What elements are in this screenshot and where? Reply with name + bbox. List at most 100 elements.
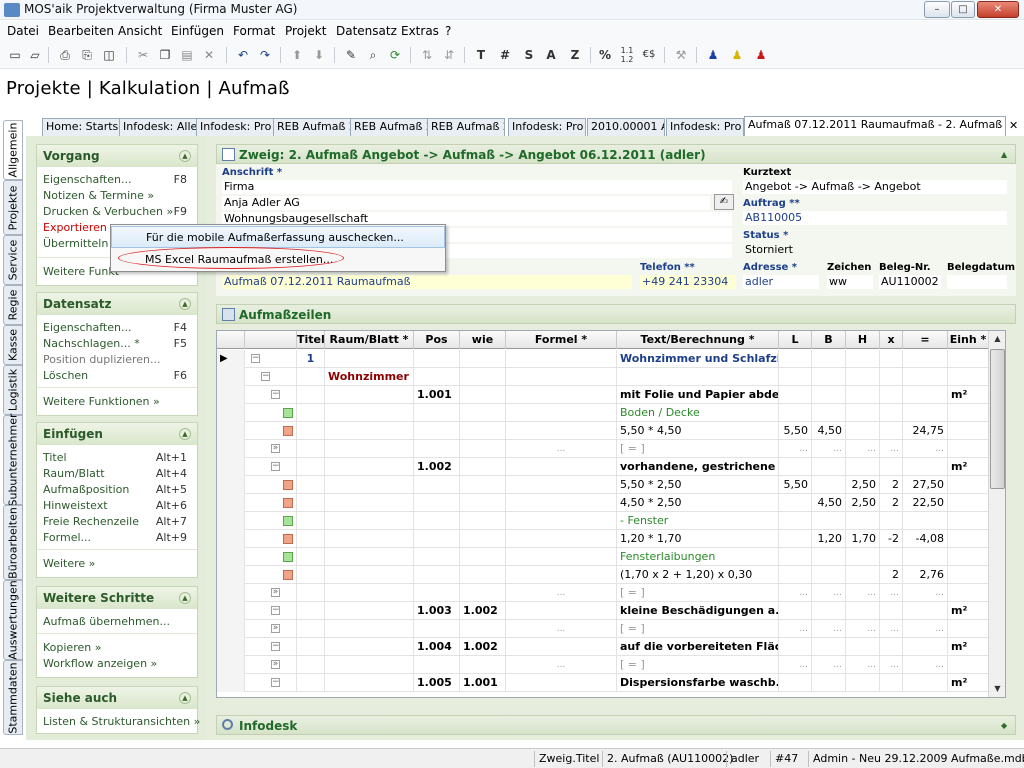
cell-h[interactable]	[846, 566, 880, 584]
schritte-uebernehmen[interactable]: Aufmaß übernehmen...	[43, 615, 170, 628]
anschrift-line-2[interactable]: Anja Adler AG	[222, 196, 710, 210]
tools-icon[interactable]: ⚒	[672, 46, 690, 64]
collapse-icon[interactable]: ▲	[179, 298, 191, 310]
cell-l[interactable]	[779, 674, 812, 692]
cell-einh[interactable]: m²	[948, 602, 989, 620]
menu-format[interactable]: Format	[233, 24, 275, 38]
cell-x[interactable]: 2	[880, 494, 903, 512]
cell-einh[interactable]	[948, 656, 989, 674]
cell-eq[interactable]: 27,50	[903, 476, 948, 494]
row-selector[interactable]	[217, 368, 245, 386]
panel-siehe-header[interactable]: Siehe auch ▲	[37, 687, 197, 709]
add-row-icon[interactable]: »	[271, 660, 280, 669]
cell-pos[interactable]	[414, 656, 460, 674]
adresse-field[interactable]: adler	[743, 275, 819, 289]
cell-l[interactable]	[779, 368, 812, 386]
einfuegen-aufmassposition[interactable]: Aufmaßposition	[43, 483, 129, 496]
sort-desc-icon[interactable]: ⇵	[440, 46, 458, 64]
cell-wie[interactable]	[460, 530, 506, 548]
panel-schritte-header[interactable]: Weitere Schritte ▲	[37, 587, 197, 609]
cell-einh[interactable]	[948, 620, 989, 638]
cell-l[interactable]	[779, 458, 812, 476]
vtab-kasse[interactable]: Kasse	[3, 325, 23, 365]
table-row[interactable]: »...[ = ]...............	[217, 656, 1005, 674]
cell-pos[interactable]	[414, 440, 460, 458]
cell-einh[interactable]	[948, 548, 989, 566]
tab-reb-aufmass-1[interactable]: REB Aufmaß 2	[273, 118, 351, 136]
cell-formel[interactable]: ...	[506, 620, 617, 638]
datensatz-weitere[interactable]: Weitere Funktionen »	[43, 395, 160, 408]
vorgang-drucken[interactable]: Drucken & Verbuchen »	[43, 205, 173, 218]
cell-eq[interactable]	[903, 512, 948, 530]
row-selector[interactable]	[217, 422, 245, 440]
cell-eq[interactable]: -4,08	[903, 530, 948, 548]
cell-b[interactable]	[812, 368, 846, 386]
close-tab-icon[interactable]: ✕	[1009, 119, 1018, 132]
cell-eq[interactable]: ...	[903, 620, 948, 638]
cell-titel[interactable]	[297, 458, 325, 476]
cell-titel[interactable]	[297, 494, 325, 512]
cell-wie[interactable]	[460, 458, 506, 476]
cell-x[interactable]: ...	[880, 440, 903, 458]
vorgang-eigenschaften[interactable]: Eigenschaften...	[43, 173, 131, 186]
cell-h[interactable]: ...	[846, 584, 880, 602]
cell-text[interactable]: [ = ]	[617, 440, 779, 458]
einfuegen-weitere[interactable]: Weitere »	[43, 557, 95, 570]
cell-pos[interactable]	[414, 350, 460, 368]
zeichen-field[interactable]: ww	[827, 275, 873, 289]
vtab-projekte[interactable]: Projekte	[3, 180, 23, 235]
cell-pos[interactable]	[414, 548, 460, 566]
cell-formel[interactable]	[506, 458, 617, 476]
cell-pos[interactable]	[414, 620, 460, 638]
cell-formel[interactable]: ...	[506, 584, 617, 602]
print-icon[interactable]: ⎙	[56, 46, 74, 64]
cell-b[interactable]	[812, 602, 846, 620]
cell-x[interactable]	[880, 422, 903, 440]
cell-text[interactable]: mit Folie und Papier abde...	[617, 386, 779, 404]
cell-x[interactable]	[880, 548, 903, 566]
cell-raum[interactable]	[325, 440, 414, 458]
col-x[interactable]: x	[880, 331, 903, 349]
preview-icon[interactable]: ◫	[100, 46, 118, 64]
menu-bearbeiten[interactable]: Bearbeiten	[48, 24, 114, 38]
maximize-button[interactable]: □	[951, 1, 975, 18]
cell-x[interactable]: 2	[880, 476, 903, 494]
move-up-icon[interactable]: ⬆	[288, 46, 306, 64]
col-pos[interactable]: Pos	[414, 331, 460, 349]
cell-wie[interactable]: 1.002	[460, 602, 506, 620]
open-icon[interactable]: ▱	[26, 46, 44, 64]
table-row[interactable]: − 1.001 mit Folie und Papier abde... m²	[217, 386, 1005, 404]
cell-h[interactable]: 1,70	[846, 530, 880, 548]
edit-icon[interactable]: ✎	[342, 46, 360, 64]
cell-wie[interactable]: 1.001	[460, 674, 506, 692]
print-preview-icon[interactable]: ⎘	[78, 46, 96, 64]
currency-button[interactable]: €$	[640, 46, 658, 64]
collapse-icon[interactable]: ▲	[179, 692, 191, 704]
einfuegen-raum[interactable]: Raum/Blatt	[43, 467, 105, 480]
cell-pos[interactable]	[414, 530, 460, 548]
cell-eq[interactable]: ...	[903, 656, 948, 674]
scroll-thumb[interactable]	[990, 349, 1005, 489]
cell-eq[interactable]	[903, 458, 948, 476]
zweig-header[interactable]: Zweig: 2. Aufmaß Angebot -> Aufmaß -> An…	[216, 144, 1016, 164]
cell-text[interactable]	[617, 368, 779, 386]
cell-x[interactable]: ...	[880, 656, 903, 674]
cell-titel[interactable]	[297, 422, 325, 440]
row-selector[interactable]	[217, 584, 245, 602]
collapse-icon[interactable]: ▲	[179, 150, 191, 162]
cell-formel[interactable]	[506, 494, 617, 512]
col-eq[interactable]: =	[903, 331, 948, 349]
table-row[interactable]: − 1.004 1.002 auf die vorbereiteten Fläc...…	[217, 638, 1005, 656]
row-selector[interactable]	[217, 530, 245, 548]
menu-item-mobile-checkout[interactable]: Für die mobile Aufmaßerfassung auschecke…	[111, 226, 445, 248]
cell-pos[interactable]	[414, 422, 460, 440]
cell-l[interactable]: 5,50	[779, 476, 812, 494]
cell-titel[interactable]	[297, 530, 325, 548]
cell-pos[interactable]: 1.003	[414, 602, 460, 620]
cell-formel[interactable]: ...	[506, 656, 617, 674]
table-row[interactable]: 5,50 * 4,50 5,50 4,50 24,75	[217, 422, 1005, 440]
vtab-service[interactable]: Service	[3, 235, 23, 285]
cell-formel[interactable]: ...	[506, 440, 617, 458]
anschrift-line-1[interactable]: Firma	[222, 180, 732, 194]
collapse-node-icon[interactable]: −	[271, 390, 280, 399]
